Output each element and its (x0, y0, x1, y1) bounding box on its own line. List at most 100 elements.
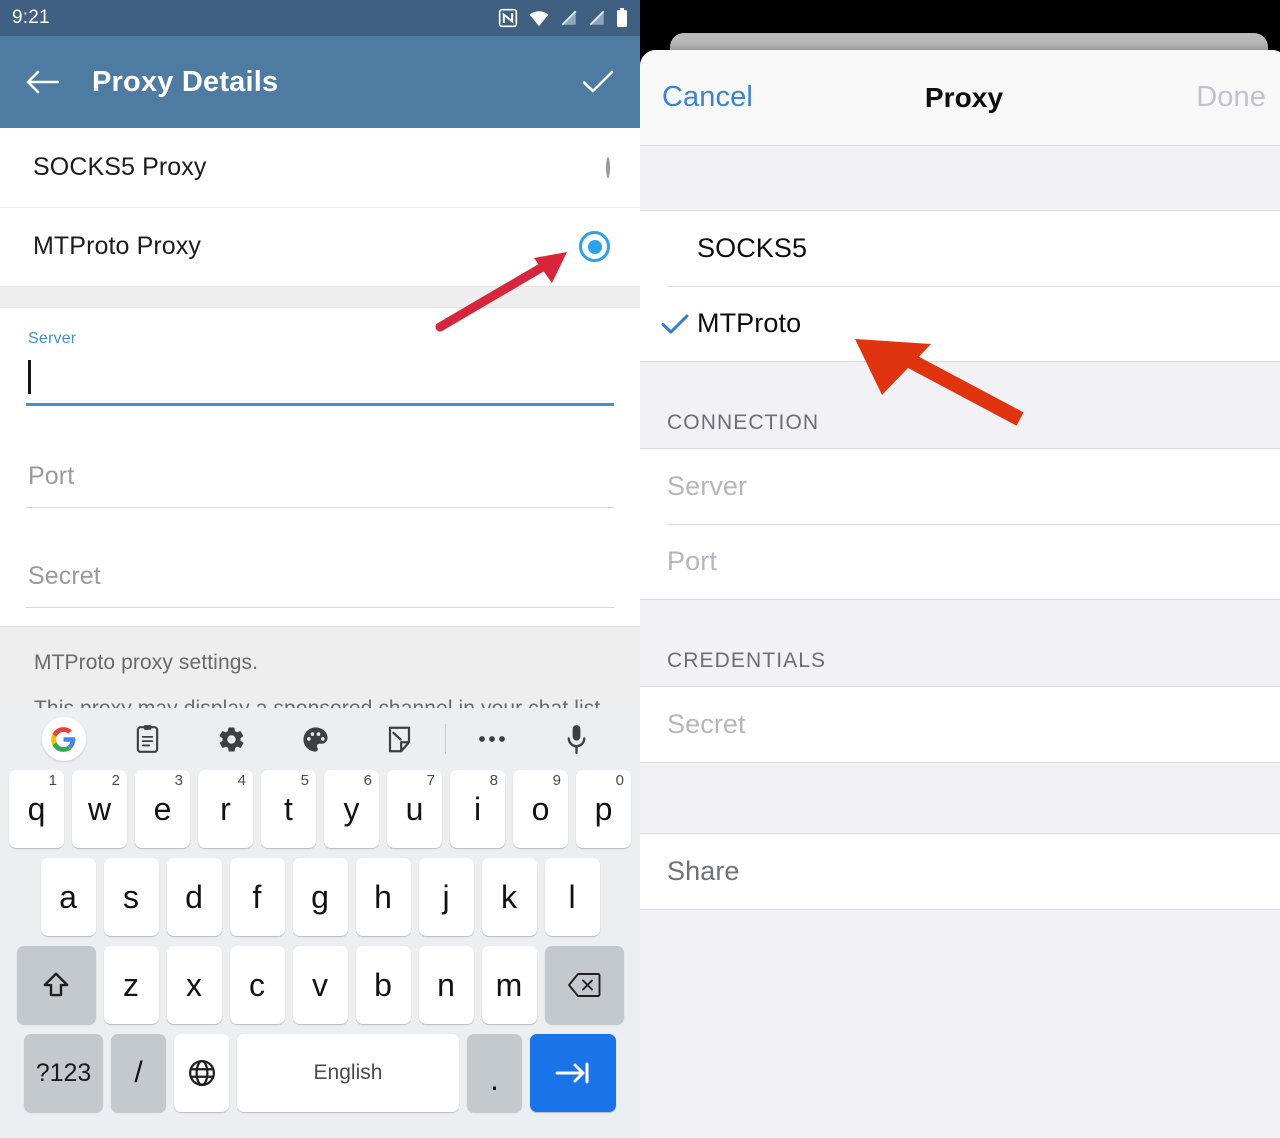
key-i-label: i (473, 790, 482, 827)
ios-row-socks5[interactable]: SOCKS5 (640, 211, 1280, 286)
ios-port-field[interactable]: Port (640, 524, 1280, 599)
google-logo-icon[interactable] (22, 717, 106, 761)
key-s[interactable]: s (103, 858, 159, 936)
key-o-number: 9 (552, 772, 561, 789)
proxy-type-group: SOCKS5 MTProto (640, 210, 1280, 362)
cancel-button[interactable]: Cancel (662, 81, 753, 114)
key-r-label: r (220, 790, 231, 827)
key-f[interactable]: f (229, 858, 285, 936)
key-j[interactable]: j (418, 858, 474, 936)
ios-secret-placeholder: Secret (667, 709, 746, 739)
sticker-icon[interactable] (357, 725, 441, 754)
key-u-label: u (405, 790, 424, 827)
gear-icon[interactable] (190, 725, 274, 754)
microphone-icon[interactable] (534, 724, 618, 755)
toolbar-divider (445, 724, 447, 754)
key-w[interactable]: 2w (72, 770, 127, 848)
key-g[interactable]: g (292, 858, 348, 936)
text-caret (28, 360, 31, 394)
key-r[interactable]: 4r (198, 770, 253, 848)
next-field-icon[interactable] (530, 1034, 616, 1112)
key-e[interactable]: 3e (135, 770, 190, 848)
keyboard-key-rows: 1q 2w 3e 4r 5t 6y 7u 8i 9o 0p a s d f g (0, 770, 640, 1112)
spacer-above-type-group (640, 146, 1280, 210)
android-app-bar: Proxy Details (0, 36, 640, 128)
android-proxy-form: Server Port Secret (0, 308, 640, 626)
symbols-key[interactable]: ?123 (24, 1034, 103, 1112)
key-a[interactable]: a (40, 858, 96, 936)
radio-row-mtproto[interactable]: MTProto Proxy (0, 207, 640, 286)
key-c[interactable]: c (229, 946, 285, 1024)
status-bar-clock: 9:21 (12, 7, 50, 28)
key-h[interactable]: h (355, 858, 411, 936)
keyboard-row-1: 1q 2w 3e 4r 5t 6y 7u 8i 9o 0p (4, 770, 636, 848)
key-k[interactable]: k (481, 858, 537, 936)
ios-secret-field[interactable]: Secret (640, 687, 1280, 762)
page-title: Proxy Details (92, 65, 279, 98)
credentials-group: Secret (640, 686, 1280, 763)
signal-off-2-icon (588, 9, 606, 27)
key-l[interactable]: l (544, 858, 600, 936)
key-u[interactable]: 7u (387, 770, 442, 848)
key-b[interactable]: b (355, 946, 411, 1024)
backspace-icon[interactable] (544, 946, 624, 1024)
key-m[interactable]: m (481, 946, 537, 1024)
key-o[interactable]: 9o (513, 770, 568, 848)
server-field-label: Server (28, 330, 77, 347)
back-arrow-icon[interactable] (22, 62, 62, 102)
key-w-number: 2 (111, 772, 120, 789)
ios-proxy-sheet-screen: Cancel Proxy Done SOCKS5 MTProto CONNECT… (640, 0, 1280, 1138)
ios-row-mtproto[interactable]: MTProto (640, 286, 1280, 361)
key-y-label: y (343, 790, 360, 827)
radio-button-socks5[interactable] (606, 156, 610, 178)
battery-icon (616, 8, 628, 28)
checkmark-icon[interactable] (578, 62, 618, 102)
ios-port-placeholder: Port (667, 546, 717, 576)
radio-button-mtproto-selected[interactable] (579, 231, 610, 262)
secret-field-group[interactable]: Secret (26, 526, 614, 626)
proxy-type-radio-list: SOCKS5 Proxy MTProto Proxy (0, 128, 640, 286)
ios-server-placeholder: Server (667, 471, 748, 501)
more-icon[interactable] (450, 734, 534, 744)
slash-key[interactable]: / (111, 1034, 166, 1112)
key-n[interactable]: n (418, 946, 474, 1024)
key-v[interactable]: v (292, 946, 348, 1024)
key-o-label: o (531, 790, 550, 827)
period-key[interactable]: . (467, 1034, 522, 1112)
spacer-above-share (640, 763, 1280, 833)
keyboard-row-4: ?123 / English . (4, 1034, 636, 1112)
space-key[interactable]: English (237, 1034, 459, 1112)
globe-icon[interactable] (174, 1034, 229, 1112)
key-w-label: w (87, 790, 112, 827)
key-p-label: p (594, 790, 613, 827)
key-y-number: 6 (363, 772, 372, 789)
server-field-group[interactable]: Server (26, 308, 614, 426)
sheet-nav-bar: Cancel Proxy Done (640, 50, 1280, 146)
keyboard-row-3: z x c v b n m (4, 946, 636, 1024)
key-d[interactable]: d (166, 858, 222, 936)
key-r-number: 4 (237, 772, 246, 789)
key-x[interactable]: x (166, 946, 222, 1024)
key-t[interactable]: 5t (261, 770, 316, 848)
key-q[interactable]: 1q (9, 770, 64, 848)
status-bar-icons (498, 8, 628, 28)
ios-label-socks5: SOCKS5 (697, 233, 808, 263)
radio-row-socks5[interactable]: SOCKS5 Proxy (0, 128, 640, 207)
ios-share-row[interactable]: Share (640, 834, 1280, 909)
clipboard-icon[interactable] (106, 724, 190, 754)
port-field-group[interactable]: Port (26, 426, 614, 526)
key-y[interactable]: 6y (324, 770, 379, 848)
ios-server-field[interactable]: Server (640, 449, 1280, 524)
done-button[interactable]: Done (1196, 81, 1266, 114)
palette-icon[interactable] (274, 725, 358, 754)
key-t-number: 5 (300, 772, 309, 789)
key-t-label: t (284, 790, 293, 827)
signal-off-icon (560, 9, 578, 27)
shift-icon[interactable] (16, 946, 96, 1024)
share-group: Share (640, 833, 1280, 910)
key-i[interactable]: 8i (450, 770, 505, 848)
key-z[interactable]: z (103, 946, 159, 1024)
android-soft-keyboard: 1q 2w 3e 4r 5t 6y 7u 8i 9o 0p a s d f g (0, 708, 640, 1138)
footer-note-line1: MTProto proxy settings. (34, 651, 259, 674)
key-p[interactable]: 0p (576, 770, 631, 848)
